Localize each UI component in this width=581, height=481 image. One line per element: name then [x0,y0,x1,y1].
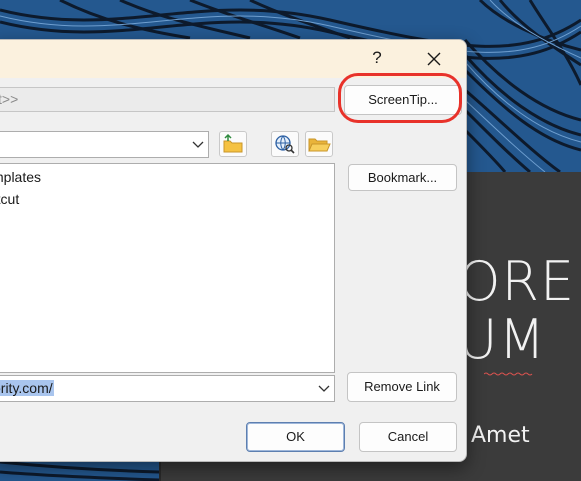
folder-up-icon [223,133,243,153]
insert-hyperlink-dialog: ? t>> ScreenTip... plates cut Bookmark..… [0,39,467,462]
bookmark-button[interactable]: Bookmark... [348,164,457,191]
globe-search-icon [275,135,295,154]
display-text-value: t>> [0,91,19,107]
browse-web-button[interactable] [271,131,299,157]
file-list[interactable]: mplates rtcut [0,163,335,373]
address-value: ority.com/ [0,380,54,396]
list-item-label: mplates [0,169,42,185]
browse-file-button[interactable] [305,131,333,157]
dialog-titlebar: ? [0,40,466,78]
slide-subtitle-text[interactable]: Amet [471,423,530,448]
remove-link-label: Remove Link [364,379,440,394]
close-button[interactable] [423,48,445,70]
chevron-down-icon [188,132,208,157]
ok-button[interactable]: OK [246,422,345,452]
chevron-down-icon [314,376,334,401]
desktop-background: OREM UM Amet ? t>> ScreenTip... [0,0,581,481]
list-item-label: rtcut [0,191,20,207]
display-text-field[interactable]: t>> [0,87,335,112]
bookmark-label: Bookmark... [367,170,438,185]
ok-label: OK [286,429,305,444]
address-field[interactable]: ority.com/ [0,375,335,402]
help-button[interactable]: ? [367,48,387,70]
list-item[interactable]: mplates [0,169,41,185]
spelling-squiggle [484,372,533,376]
remove-link-button[interactable]: Remove Link [347,372,457,402]
cancel-button[interactable]: Cancel [359,422,457,452]
open-folder-icon [308,138,331,152]
cancel-label: Cancel [387,429,429,444]
look-in-dropdown[interactable] [0,131,209,158]
screentip-button[interactable]: ScreenTip... [344,85,462,115]
screentip-label: ScreenTip... [368,92,438,107]
up-one-folder-button[interactable] [219,131,247,157]
slide-title-text[interactable]: OREM UM [458,253,581,369]
close-icon [427,52,441,66]
list-item[interactable]: rtcut [0,191,19,207]
